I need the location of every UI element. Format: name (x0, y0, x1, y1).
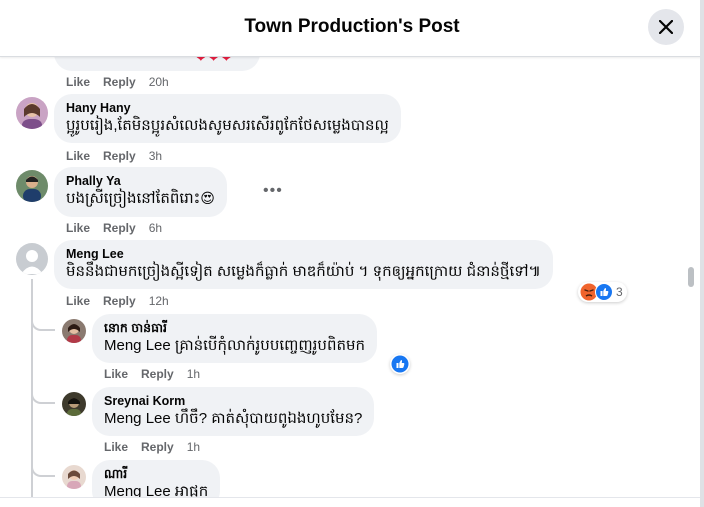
comment-author[interactable]: នោក ចាន់ធារី (104, 321, 365, 336)
thread-branch (31, 313, 55, 331)
dialog-title: Town Production's Post (244, 16, 460, 37)
heart-eyes-emoji: 😍 (200, 191, 215, 207)
comment-bubble: Hany Hany ប្អូរូបរៀង,តែមិនប្អូរសំលេងសូមស… (54, 94, 401, 143)
comment-time[interactable]: 3h (149, 149, 162, 163)
comment-text: គ្រាន់បើកុំលាក់រូបបញ្ចេញរូបពិតមក (174, 337, 366, 354)
reaction-count: 3 (616, 285, 623, 299)
like-link[interactable]: Like (104, 440, 128, 454)
reply-link[interactable]: Reply (103, 75, 136, 89)
like-reaction-icon (595, 283, 613, 301)
reply-link[interactable]: Reply (103, 294, 136, 308)
comment-actions: Like Reply 1h (104, 367, 200, 381)
like-link[interactable]: Like (66, 75, 90, 89)
avatar[interactable] (16, 243, 48, 275)
avatar[interactable] (62, 465, 86, 489)
comment-text: ហឹចឹ? គាត់សុំបាយពូឯងហូបមែន? (174, 410, 363, 427)
more-options-icon[interactable]: ••• (263, 182, 283, 200)
comment-author[interactable]: Hany Hany (66, 101, 389, 116)
comment-actions: Like Reply 3h (66, 149, 162, 163)
avatar[interactable] (62, 392, 86, 416)
reply-link[interactable]: Reply (141, 440, 174, 454)
like-link[interactable]: Like (66, 221, 90, 235)
like-link[interactable]: Like (104, 367, 128, 381)
comment-author[interactable]: Phally Ya (66, 174, 215, 189)
comment-time[interactable]: 1h (187, 367, 200, 381)
mention-link[interactable]: Meng Lee (104, 483, 171, 497)
comments-list[interactable]: ❤❤❤ Like Reply 20h Hany Hany ប្អូរូបរៀង,តែ… (0, 57, 700, 497)
comment-actions: Like Reply 6h (66, 221, 162, 235)
thread-branch (31, 386, 55, 404)
reaction-summary[interactable]: 3 (578, 282, 627, 302)
mention-link[interactable]: Meng Lee (104, 337, 171, 354)
comment-time[interactable]: 12h (149, 294, 169, 308)
reaction-summary[interactable] (390, 354, 410, 374)
close-icon (659, 20, 673, 34)
dialog-footer (0, 497, 700, 507)
comment-text: អាផ្អក (174, 483, 209, 497)
scrollbar-thumb[interactable] (688, 267, 694, 287)
comment-actions: Like Reply 1h (104, 440, 200, 454)
like-link[interactable]: Like (66, 294, 90, 308)
comment-author[interactable]: ណារី (104, 467, 208, 482)
dialog-header: Town Production's Post (0, 0, 704, 57)
reply-link[interactable]: Reply (103, 149, 136, 163)
comment-text: មិននឹងជាមកច្រៀងស្អីទៀត សម្លេងក៏ធ្លាក់ មា… (66, 263, 541, 280)
comment-author[interactable]: Sreynai Korm (104, 394, 362, 409)
mention-link[interactable]: Meng Lee (104, 410, 171, 427)
comment-bubble: Meng Lee មិននឹងជាមកច្រៀងស្អីទៀត សម្លេងក៏… (54, 240, 553, 289)
comment-time[interactable]: 1h (187, 440, 200, 454)
reply-bubble: Sreynai Korm Meng Lee ហឹចឹ? គាត់សុំបាយពូ… (92, 387, 375, 436)
close-button[interactable] (648, 9, 684, 45)
comment-bubble: Phally Ya បងស្រីច្រៀងនៅតែពិរោះ😍 (54, 167, 227, 217)
avatar[interactable] (16, 170, 48, 202)
comment-bubble: ❤❤❤ (54, 57, 260, 71)
comment-text: ប្អូរូបរៀង,តែមិនប្អូរសំលេងសូមសរសើរពូកែថែ… (66, 117, 389, 134)
comment-actions: Like Reply 20h (66, 75, 169, 89)
reply-bubble: ណារី Meng Lee អាផ្អក (92, 460, 221, 497)
reply-link[interactable]: Reply (103, 221, 136, 235)
like-reaction-icon (391, 355, 409, 373)
thread-branch (31, 459, 55, 477)
avatar[interactable] (62, 319, 86, 343)
comment-time[interactable]: 6h (149, 221, 162, 235)
avatar[interactable] (16, 97, 48, 129)
page-scrollbar[interactable] (700, 0, 704, 507)
post-comments-dialog: Town Production's Post ❤❤❤ Like Reply 20h … (0, 0, 704, 507)
like-link[interactable]: Like (66, 149, 90, 163)
comment-time[interactable]: 20h (149, 75, 169, 89)
comment-actions: Like Reply 12h (66, 294, 169, 308)
reply-bubble: នោក ចាន់ធារី Meng Lee គ្រាន់បើកុំលាក់រូប… (92, 314, 378, 363)
comment-author[interactable]: Meng Lee (66, 247, 541, 262)
reply-link[interactable]: Reply (141, 367, 174, 381)
comment-text: បងស្រីច្រៀងនៅតែពិរោះ (66, 190, 201, 207)
heart-emojis: ❤❤❤ (195, 57, 234, 66)
